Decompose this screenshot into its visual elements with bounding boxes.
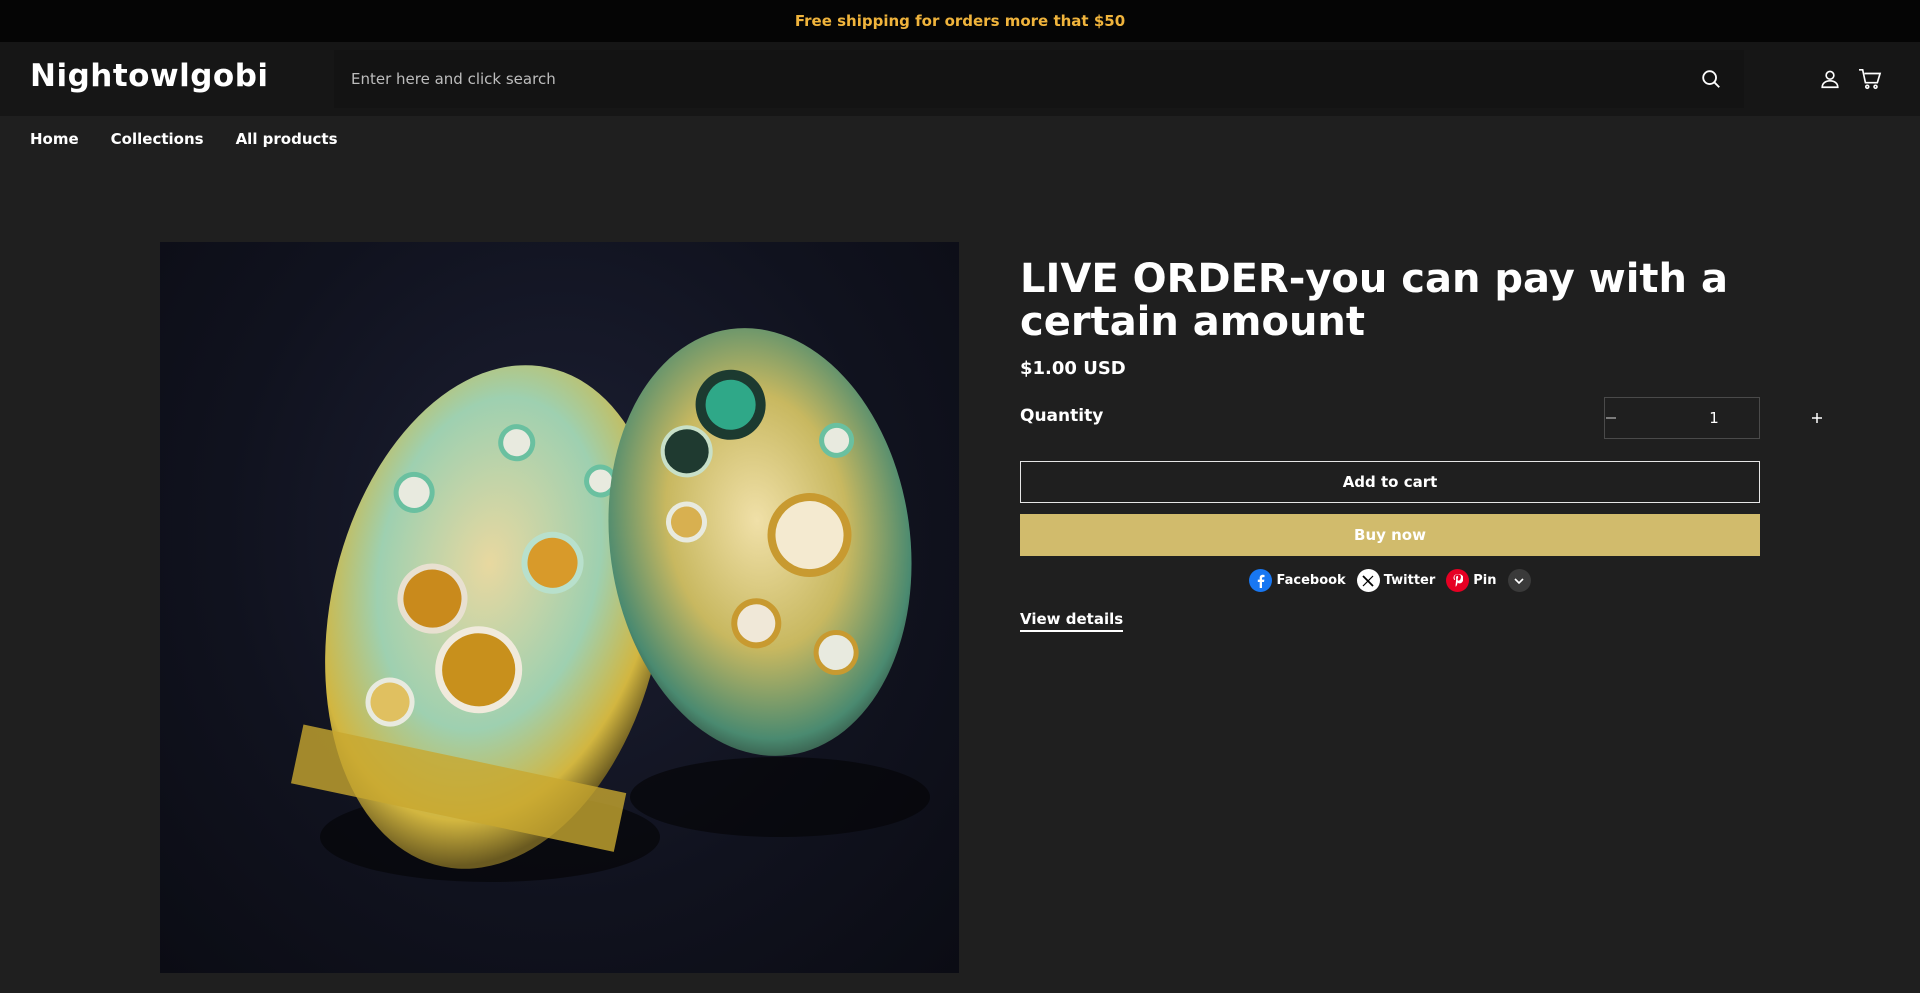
- account-button[interactable]: [1817, 66, 1843, 92]
- share-twitter[interactable]: Twitter: [1356, 569, 1436, 592]
- x-icon: [1356, 569, 1380, 592]
- plus-icon: [1812, 413, 1822, 423]
- announcement-bar: Free shipping for orders more that $50: [0, 0, 1920, 42]
- buy-now-button[interactable]: Buy now: [1020, 514, 1760, 556]
- pinterest-icon: [1446, 569, 1470, 592]
- share-more-button[interactable]: [1507, 569, 1531, 592]
- search-icon: [1702, 70, 1720, 88]
- quantity-decrease-button[interactable]: [1605, 398, 1617, 438]
- search-input[interactable]: [334, 50, 1678, 108]
- nav-home[interactable]: Home: [30, 130, 79, 148]
- quantity-label: Quantity: [1020, 406, 1104, 426]
- share-twitter-label: Twitter: [1383, 573, 1436, 588]
- quantity-row: Quantity: [1020, 397, 1822, 439]
- nav-collections[interactable]: Collections: [111, 130, 204, 148]
- share-facebook-label: Facebook: [1276, 573, 1346, 588]
- add-to-cart-button[interactable]: Add to cart: [1020, 461, 1760, 503]
- quantity-input[interactable]: [1617, 409, 1811, 427]
- user-icon: [1821, 70, 1839, 89]
- product-image[interactable]: [160, 242, 959, 973]
- share-pinterest[interactable]: Pin: [1446, 569, 1497, 592]
- minus-icon: [1606, 417, 1616, 419]
- site-logo[interactable]: Nightowlgobi: [30, 58, 269, 94]
- quantity-increase-button[interactable]: [1811, 398, 1823, 438]
- site-header: Nightowlgobi: [0, 42, 1920, 116]
- product-price: $1.00 USD: [1020, 358, 1126, 379]
- product-title: LIVE ORDER-you can pay with a certain am…: [1020, 256, 1728, 345]
- quantity-stepper: [1604, 397, 1822, 439]
- main-nav: Home Collections All products: [0, 116, 1920, 162]
- chevron-down-icon: [1507, 569, 1531, 592]
- facebook-icon: [1249, 569, 1273, 592]
- announcement-text: Free shipping for orders more that $50: [794, 12, 1126, 30]
- product-photo: [290, 328, 930, 882]
- share-pinterest-label: Pin: [1473, 573, 1497, 588]
- share-facebook[interactable]: Facebook: [1249, 569, 1346, 592]
- search-bar: [334, 50, 1744, 108]
- cart-button[interactable]: [1857, 66, 1883, 92]
- cart-icon: [1859, 69, 1882, 90]
- share-bar: Facebook Twitter Pin: [1020, 569, 1760, 592]
- view-details-link[interactable]: View details: [1020, 610, 1124, 632]
- product-info: LIVE ORDER-you can pay with a certain am…: [1020, 256, 1822, 632]
- nav-all-products[interactable]: All products: [236, 130, 338, 148]
- search-button[interactable]: [1678, 50, 1744, 108]
